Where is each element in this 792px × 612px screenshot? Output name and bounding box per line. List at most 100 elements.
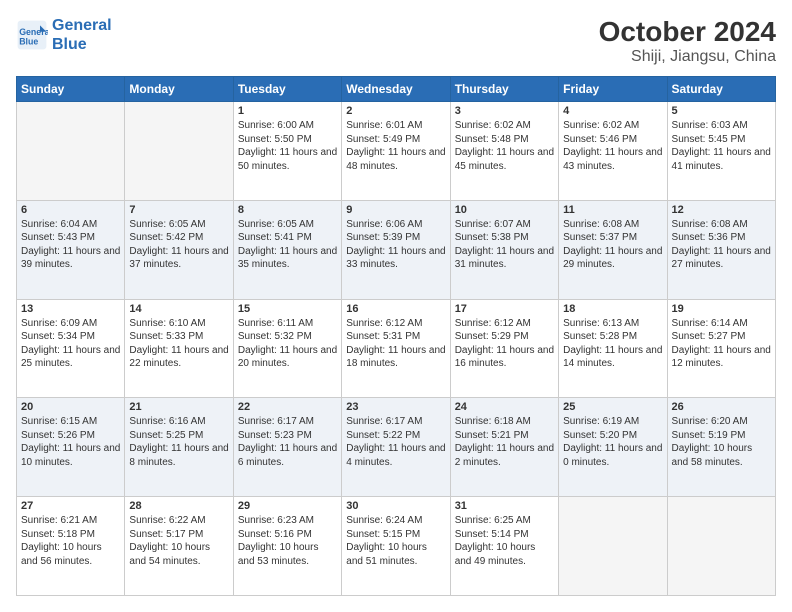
- day-number: 10: [455, 204, 554, 216]
- table-row: [17, 102, 125, 201]
- table-row: 18 Sunrise: 6:13 AM Sunset: 5:28 PM Dayli…: [559, 299, 667, 398]
- table-row: 8 Sunrise: 6:05 AM Sunset: 5:41 PM Daylig…: [233, 200, 341, 299]
- day-number: 28: [129, 500, 228, 512]
- day-info: Sunrise: 6:11 AM Sunset: 5:32 PM Dayligh…: [238, 317, 337, 371]
- day-number: 24: [455, 401, 554, 413]
- table-row: [559, 497, 667, 596]
- table-row: 10Sunrise: 6:07 AM Sunset: 5:38 PM Dayli…: [450, 200, 558, 299]
- day-number: 1: [238, 105, 337, 117]
- day-number: 19: [672, 303, 771, 315]
- day-info: Sunrise: 6:01 AM Sunset: 5:49 PM Dayligh…: [346, 119, 445, 173]
- day-number: 9: [346, 204, 445, 216]
- day-info: Sunrise: 6:05 AM Sunset: 5:42 PM Dayligh…: [129, 218, 228, 272]
- table-row: 1 Sunrise: 6:00 AM Sunset: 5:50 PM Daylig…: [233, 102, 341, 201]
- table-row: 30Sunrise: 6:24 AM Sunset: 5:15 PM Dayli…: [342, 497, 450, 596]
- day-number: 11: [563, 204, 662, 216]
- day-info: Sunrise: 6:20 AM Sunset: 5:19 PM Dayligh…: [672, 415, 771, 469]
- day-info: Sunrise: 6:10 AM Sunset: 5:33 PM Dayligh…: [129, 317, 228, 371]
- calendar-header-row: Sunday Monday Tuesday Wednesday Thursday…: [17, 77, 776, 102]
- logo: General Blue General Blue: [16, 16, 112, 54]
- table-row: 5 Sunrise: 6:03 AM Sunset: 5:45 PM Daylig…: [667, 102, 775, 201]
- table-row: 20Sunrise: 6:15 AM Sunset: 5:26 PM Dayli…: [17, 398, 125, 497]
- table-row: 12 Sunrise: 6:08 AM Sunset: 5:36 PM Dayli…: [667, 200, 775, 299]
- day-info: Sunrise: 6:02 AM Sunset: 5:48 PM Dayligh…: [455, 119, 554, 173]
- day-info: Sunrise: 6:16 AM Sunset: 5:25 PM Dayligh…: [129, 415, 228, 469]
- day-info: Sunrise: 6:12 AM Sunset: 5:29 PM Dayligh…: [455, 317, 554, 371]
- calendar-week-row: 1 Sunrise: 6:00 AM Sunset: 5:50 PM Daylig…: [17, 102, 776, 201]
- day-number: 15: [238, 303, 337, 315]
- table-row: 24 Sunrise: 6:18 AM Sunset: 5:21 PM Dayli…: [450, 398, 558, 497]
- table-row: 28 Sunrise: 6:22 AM Sunset: 5:17 PM Dayli…: [125, 497, 233, 596]
- table-row: 2Sunrise: 6:01 AM Sunset: 5:49 PM Daylig…: [342, 102, 450, 201]
- day-number: 12: [672, 204, 771, 216]
- day-number: 13: [21, 303, 120, 315]
- day-number: 23: [346, 401, 445, 413]
- svg-text:General: General: [19, 27, 48, 37]
- table-row: 3 Sunrise: 6:02 AM Sunset: 5:48 PM Daylig…: [450, 102, 558, 201]
- day-info: Sunrise: 6:17 AM Sunset: 5:23 PM Dayligh…: [238, 415, 337, 469]
- table-row: 26Sunrise: 6:20 AM Sunset: 5:19 PM Dayli…: [667, 398, 775, 497]
- day-info: Sunrise: 6:24 AM Sunset: 5:15 PM Dayligh…: [346, 514, 445, 568]
- col-tuesday: Tuesday: [233, 77, 341, 102]
- day-number: 7: [129, 204, 228, 216]
- page-subtitle: Shiji, Jiangsu, China: [599, 48, 776, 66]
- day-number: 22: [238, 401, 337, 413]
- table-row: 21 Sunrise: 6:16 AM Sunset: 5:25 PM Dayli…: [125, 398, 233, 497]
- svg-text:Blue: Blue: [19, 37, 38, 47]
- table-row: 16Sunrise: 6:12 AM Sunset: 5:31 PM Dayli…: [342, 299, 450, 398]
- table-row: 22 Sunrise: 6:17 AM Sunset: 5:23 PM Dayli…: [233, 398, 341, 497]
- col-sunday: Sunday: [17, 77, 125, 102]
- header: General Blue General Blue October 2024 S…: [16, 16, 776, 66]
- table-row: [667, 497, 775, 596]
- day-info: Sunrise: 6:12 AM Sunset: 5:31 PM Dayligh…: [346, 317, 445, 371]
- table-row: 23Sunrise: 6:17 AM Sunset: 5:22 PM Dayli…: [342, 398, 450, 497]
- table-row: 17 Sunrise: 6:12 AM Sunset: 5:29 PM Dayli…: [450, 299, 558, 398]
- day-info: Sunrise: 6:08 AM Sunset: 5:36 PM Dayligh…: [672, 218, 771, 272]
- day-info: Sunrise: 6:08 AM Sunset: 5:37 PM Dayligh…: [563, 218, 662, 272]
- day-info: Sunrise: 6:23 AM Sunset: 5:16 PM Dayligh…: [238, 514, 337, 568]
- table-row: 25 Sunrise: 6:19 AM Sunset: 5:20 PM Dayli…: [559, 398, 667, 497]
- table-row: 11 Sunrise: 6:08 AM Sunset: 5:37 PM Dayli…: [559, 200, 667, 299]
- day-info: Sunrise: 6:22 AM Sunset: 5:17 PM Dayligh…: [129, 514, 228, 568]
- day-info: Sunrise: 6:13 AM Sunset: 5:28 PM Dayligh…: [563, 317, 662, 371]
- day-info: Sunrise: 6:09 AM Sunset: 5:34 PM Dayligh…: [21, 317, 120, 371]
- calendar-week-row: 27Sunrise: 6:21 AM Sunset: 5:18 PM Dayli…: [17, 497, 776, 596]
- table-row: 13 Sunrise: 6:09 AM Sunset: 5:34 PM Dayli…: [17, 299, 125, 398]
- day-info: Sunrise: 6:03 AM Sunset: 5:45 PM Dayligh…: [672, 119, 771, 173]
- col-thursday: Thursday: [450, 77, 558, 102]
- title-block: October 2024 Shiji, Jiangsu, China: [599, 16, 776, 66]
- day-number: 21: [129, 401, 228, 413]
- col-friday: Friday: [559, 77, 667, 102]
- day-number: 31: [455, 500, 554, 512]
- day-number: 3: [455, 105, 554, 117]
- table-row: 15 Sunrise: 6:11 AM Sunset: 5:32 PM Dayli…: [233, 299, 341, 398]
- table-row: 31 Sunrise: 6:25 AM Sunset: 5:14 PM Dayli…: [450, 497, 558, 596]
- day-info: Sunrise: 6:15 AM Sunset: 5:26 PM Dayligh…: [21, 415, 120, 469]
- day-number: 27: [21, 500, 120, 512]
- table-row: 19Sunrise: 6:14 AM Sunset: 5:27 PM Dayli…: [667, 299, 775, 398]
- day-number: 18: [563, 303, 662, 315]
- day-info: Sunrise: 6:05 AM Sunset: 5:41 PM Dayligh…: [238, 218, 337, 272]
- day-number: 14: [129, 303, 228, 315]
- page-title: October 2024: [599, 16, 776, 48]
- day-number: 8: [238, 204, 337, 216]
- table-row: 29 Sunrise: 6:23 AM Sunset: 5:16 PM Dayli…: [233, 497, 341, 596]
- logo-blue: Blue: [52, 35, 112, 54]
- table-row: 6Sunrise: 6:04 AM Sunset: 5:43 PM Daylig…: [17, 200, 125, 299]
- day-info: Sunrise: 6:06 AM Sunset: 5:39 PM Dayligh…: [346, 218, 445, 272]
- day-info: Sunrise: 6:25 AM Sunset: 5:14 PM Dayligh…: [455, 514, 554, 568]
- day-number: 17: [455, 303, 554, 315]
- day-info: Sunrise: 6:19 AM Sunset: 5:20 PM Dayligh…: [563, 415, 662, 469]
- calendar-table: Sunday Monday Tuesday Wednesday Thursday…: [16, 76, 776, 596]
- day-info: Sunrise: 6:18 AM Sunset: 5:21 PM Dayligh…: [455, 415, 554, 469]
- calendar-week-row: 6Sunrise: 6:04 AM Sunset: 5:43 PM Daylig…: [17, 200, 776, 299]
- day-number: 5: [672, 105, 771, 117]
- day-number: 29: [238, 500, 337, 512]
- day-number: 25: [563, 401, 662, 413]
- day-number: 6: [21, 204, 120, 216]
- table-row: 14 Sunrise: 6:10 AM Sunset: 5:33 PM Dayli…: [125, 299, 233, 398]
- day-info: Sunrise: 6:00 AM Sunset: 5:50 PM Dayligh…: [238, 119, 337, 173]
- day-number: 4: [563, 105, 662, 117]
- table-row: 4Sunrise: 6:02 AM Sunset: 5:46 PM Daylig…: [559, 102, 667, 201]
- col-wednesday: Wednesday: [342, 77, 450, 102]
